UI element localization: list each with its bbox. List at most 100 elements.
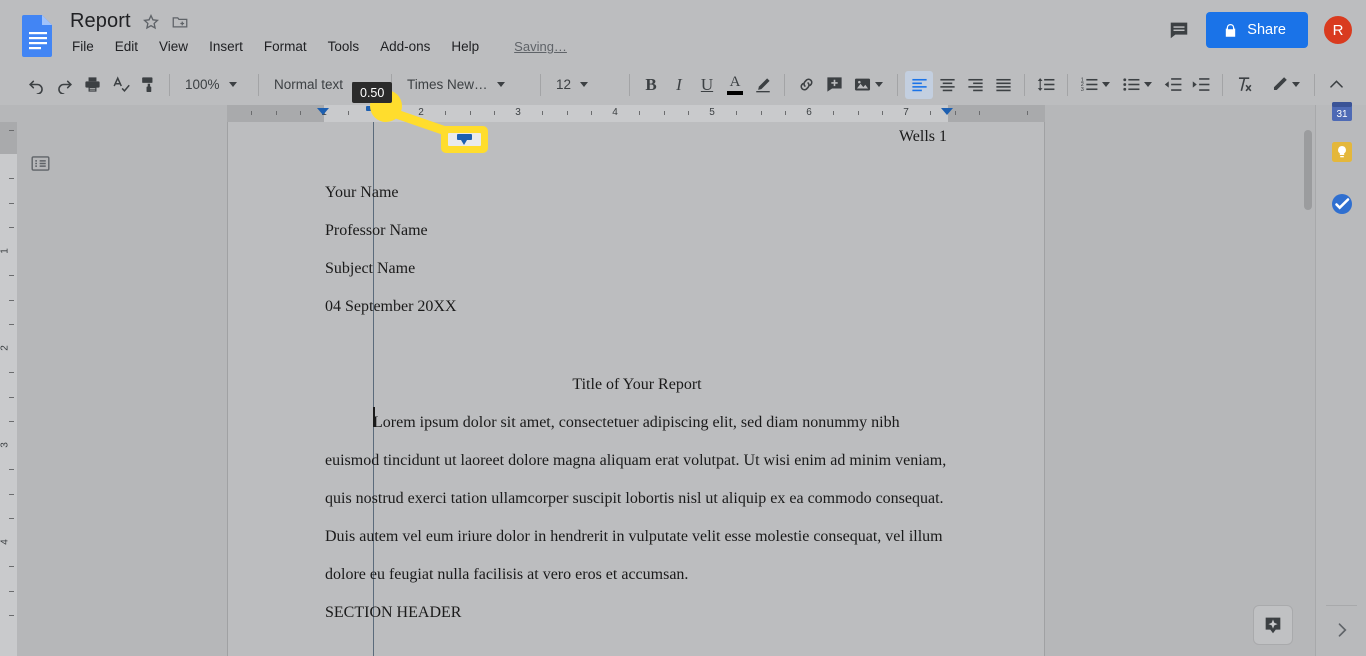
document-line[interactable]: Subject Name: [325, 250, 949, 288]
chevron-up-icon[interactable]: [1322, 71, 1350, 99]
vertical-ruler[interactable]: 1 2 3 4: [0, 122, 17, 656]
ruler-tick: [760, 111, 762, 115]
menu-addons[interactable]: Add-ons: [378, 38, 432, 55]
document-line[interactable]: Title of Your Report: [325, 366, 949, 404]
paint-format-icon[interactable]: [134, 71, 162, 99]
font-size-selector[interactable]: 12: [548, 71, 622, 99]
text-color-button[interactable]: A: [721, 71, 749, 99]
document-outline-icon[interactable]: [25, 148, 55, 178]
highlight-pen-icon[interactable]: [749, 71, 777, 99]
editing-mode-selector[interactable]: [1265, 71, 1307, 99]
save-status[interactable]: Saving…: [514, 39, 567, 54]
increase-indent-icon[interactable]: [1187, 71, 1215, 99]
document-line[interactable]: SECTION HEADER: [325, 594, 949, 632]
chevron-down-icon: [1144, 82, 1152, 87]
google-keep-icon[interactable]: [1329, 139, 1354, 164]
align-center-icon[interactable]: [933, 71, 961, 99]
ruler-tick: [372, 111, 374, 115]
align-right-icon[interactable]: [961, 71, 989, 99]
side-panel-divider: [1326, 605, 1357, 606]
chevron-down-icon: [1292, 82, 1300, 87]
menu-view[interactable]: View: [157, 38, 190, 55]
move-to-folder-icon[interactable]: [171, 13, 189, 31]
font-family-selector[interactable]: Times New…: [399, 71, 533, 99]
redo-icon[interactable]: [50, 71, 78, 99]
menu-bar: File Edit View Insert Format Tools Add-o…: [70, 38, 567, 55]
bold-button[interactable]: B: [637, 71, 665, 99]
document-page[interactable]: Wells 1 Your Name Professor Name Subject N…: [227, 122, 1045, 656]
clear-formatting-icon[interactable]: [1230, 71, 1258, 99]
scrollbar-thumb[interactable]: [1304, 130, 1312, 210]
google-docs-window: Report File Edit View Insert Format Tool…: [0, 0, 1366, 656]
menu-edit[interactable]: Edit: [113, 38, 140, 55]
document-line[interactable]: Your Name: [325, 174, 949, 212]
bulleted-list-selector[interactable]: [1117, 71, 1159, 99]
vruler-tick: [9, 275, 14, 277]
menu-tools[interactable]: Tools: [326, 38, 362, 55]
zoom-selector[interactable]: 100%: [177, 71, 251, 99]
insert-image-selector[interactable]: [848, 71, 890, 99]
avatar[interactable]: R: [1322, 14, 1354, 46]
menu-file[interactable]: File: [70, 38, 96, 55]
align-left-icon[interactable]: [905, 70, 933, 99]
vruler-tick: [9, 493, 14, 495]
google-docs-icon[interactable]: [20, 14, 56, 57]
first-line-indent-bar[interactable]: [366, 106, 379, 111]
document-line[interactable]: quis nostrud exerci tation ullamcorper s…: [325, 480, 949, 518]
document-line[interactable]: 04 September 20XX: [325, 288, 949, 326]
indent-value-tooltip: 0.50: [352, 82, 393, 103]
decrease-indent-icon[interactable]: [1159, 71, 1187, 99]
insert-link-icon[interactable]: [792, 71, 820, 99]
ruler-tick: [251, 111, 253, 115]
italic-button[interactable]: I: [665, 71, 693, 99]
ruler-tick: [663, 111, 665, 115]
document-line[interactable]: euismod tincidunt ut laoreet dolore magn…: [325, 442, 949, 480]
spellcheck-icon[interactable]: [106, 71, 134, 99]
google-tasks-icon[interactable]: [1329, 191, 1354, 216]
share-button[interactable]: Share: [1206, 12, 1308, 48]
undo-icon[interactable]: [22, 71, 50, 99]
explore-button[interactable]: [1253, 605, 1293, 645]
document-line[interactable]: dolore eu feugiat nulla facilisis at ver…: [325, 556, 949, 594]
zoom-value: 100%: [185, 77, 220, 92]
line-spacing-icon[interactable]: [1032, 71, 1060, 99]
svg-text:3: 3: [1081, 87, 1084, 93]
print-icon[interactable]: [78, 71, 106, 99]
italic-label: I: [676, 74, 682, 94]
vruler-number: 4: [0, 539, 11, 545]
ruler-tick: [687, 111, 689, 115]
vruler-tick: [9, 323, 14, 325]
document-body[interactable]: Your Name Professor Name Subject Name 04 Se…: [325, 174, 949, 632]
font-family-value: Times New…: [407, 77, 488, 92]
add-comment-icon[interactable]: [820, 71, 848, 99]
document-line[interactable]: Professor Name: [325, 212, 949, 250]
chevron-right-icon[interactable]: [1329, 617, 1354, 642]
star-icon[interactable]: [142, 13, 160, 31]
comment-icon[interactable]: [1166, 17, 1192, 43]
ruler-tick: [784, 111, 786, 115]
left-indent-triangle[interactable]: [317, 108, 329, 115]
page-title[interactable]: Report: [70, 10, 131, 33]
page-header[interactable]: Wells 1: [899, 128, 947, 146]
underline-button[interactable]: U: [693, 71, 721, 99]
menu-help[interactable]: Help: [449, 38, 481, 55]
document-line[interactable]: Lorem ipsum dolor sit amet, consectetuer…: [325, 404, 949, 442]
document-line[interactable]: Duis autem vel eum iriure dolor in hendr…: [325, 518, 949, 556]
numbered-list-selector[interactable]: 1 2 3: [1075, 71, 1117, 99]
horizontal-ruler[interactable]: 1234567: [0, 105, 1315, 122]
google-calendar-icon[interactable]: 31: [1329, 98, 1354, 123]
vruler-tick: [9, 299, 14, 301]
menu-insert[interactable]: Insert: [207, 38, 245, 55]
text-color-swatch: [727, 90, 743, 95]
vertical-scrollbar[interactable]: [1300, 105, 1315, 656]
ruler-tick: [542, 111, 544, 115]
toolbar-divider: [1314, 73, 1315, 96]
ruler-tick: [590, 111, 592, 115]
toolbar-divider: [258, 73, 259, 96]
menu-format[interactable]: Format: [262, 38, 309, 55]
right-indent-triangle[interactable]: [941, 108, 953, 115]
toolbar-divider: [540, 73, 541, 96]
align-justify-icon[interactable]: [989, 71, 1017, 99]
vruler-tick: [9, 372, 14, 374]
editing-mode-pencil-icon: [1270, 75, 1289, 94]
